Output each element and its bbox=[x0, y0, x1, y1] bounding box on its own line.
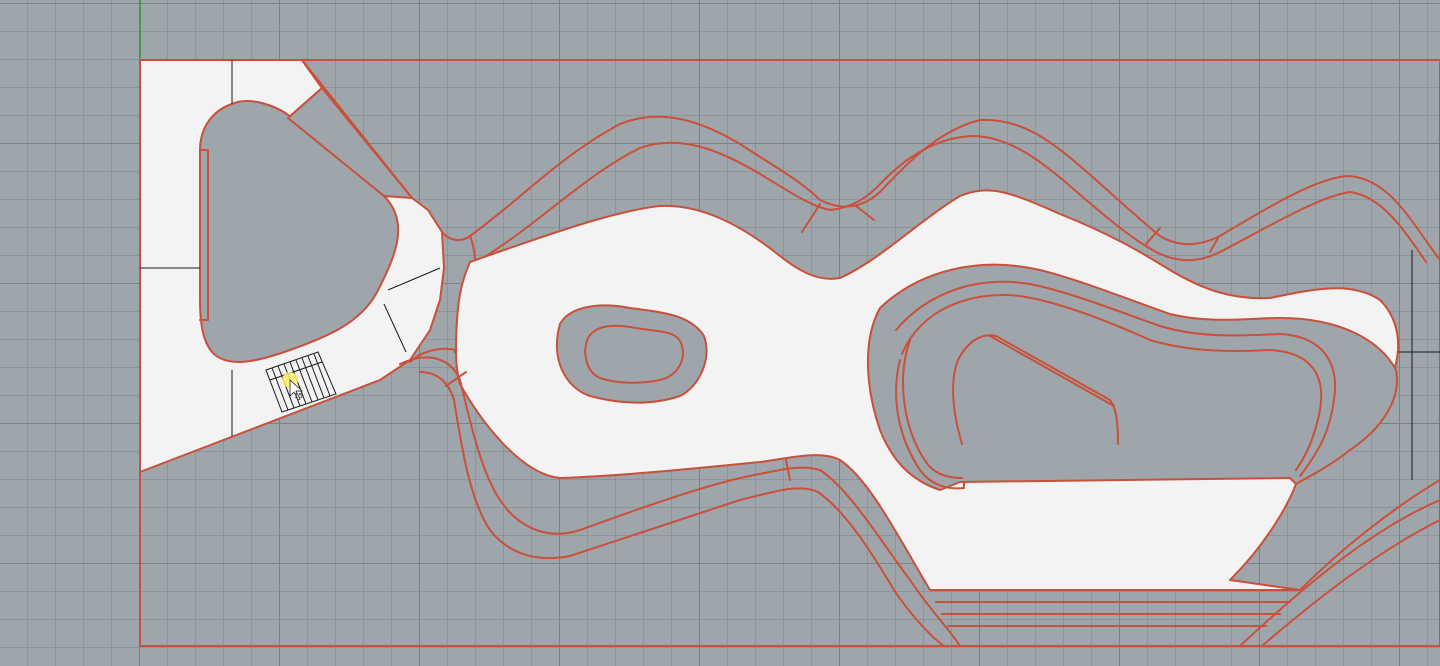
wave-joint[interactable] bbox=[801, 203, 821, 233]
right-ramp-outer[interactable] bbox=[1299, 479, 1440, 591]
lower-wave-joint[interactable] bbox=[785, 459, 791, 481]
right-ramp-inner[interactable] bbox=[1261, 519, 1440, 647]
wave-joint[interactable] bbox=[855, 205, 875, 221]
top-view-viewport[interactable]: 15 bbox=[0, 0, 1440, 666]
kidney-island-outer[interactable] bbox=[555, 304, 708, 404]
cad-drawing[interactable] bbox=[0, 0, 1440, 666]
stair-dimension-label: 15 bbox=[294, 392, 303, 400]
